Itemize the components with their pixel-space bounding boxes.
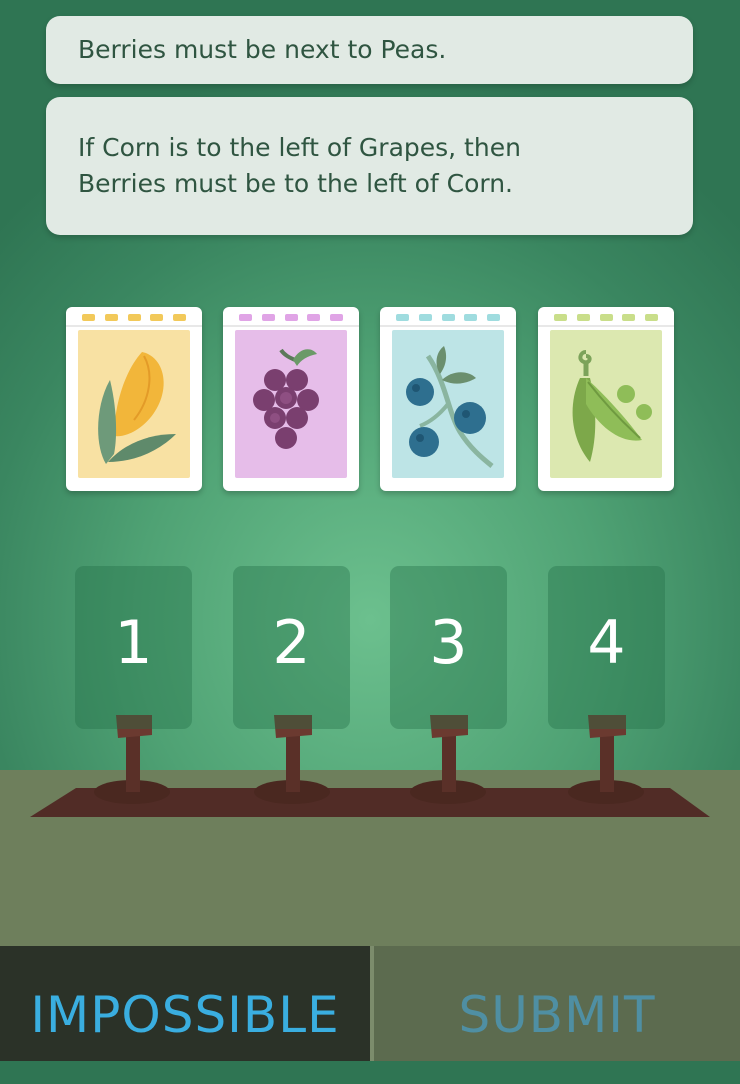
- slot-1[interactable]: 1: [75, 566, 192, 729]
- clue-text-line: Berries must be to the left of Corn.: [78, 169, 513, 198]
- submit-button[interactable]: SUBMIT: [374, 946, 740, 1061]
- seed-packet-grapes[interactable]: [223, 307, 359, 491]
- slot-3[interactable]: 3: [390, 566, 507, 729]
- blueberries-icon: [392, 330, 504, 478]
- seed-packet-peas[interactable]: [538, 307, 674, 491]
- seed-packet-corn[interactable]: [66, 307, 202, 491]
- slot-4[interactable]: 4: [548, 566, 665, 729]
- peas-icon: [550, 330, 662, 478]
- corn-icon: [78, 330, 190, 478]
- clue-text-line: If Corn is to the left of Grapes, then: [78, 133, 521, 162]
- clue-card: If Corn is to the left of Grapes, then B…: [46, 97, 693, 235]
- clue-text: Berries must be next to Peas.: [78, 35, 447, 64]
- slot-2[interactable]: 2: [233, 566, 350, 729]
- impossible-button[interactable]: IMPOSSIBLE: [0, 946, 370, 1061]
- seed-packet-berries[interactable]: [380, 307, 516, 491]
- clue-card: Berries must be next to Peas.: [46, 16, 693, 84]
- grapes-icon: [235, 330, 347, 478]
